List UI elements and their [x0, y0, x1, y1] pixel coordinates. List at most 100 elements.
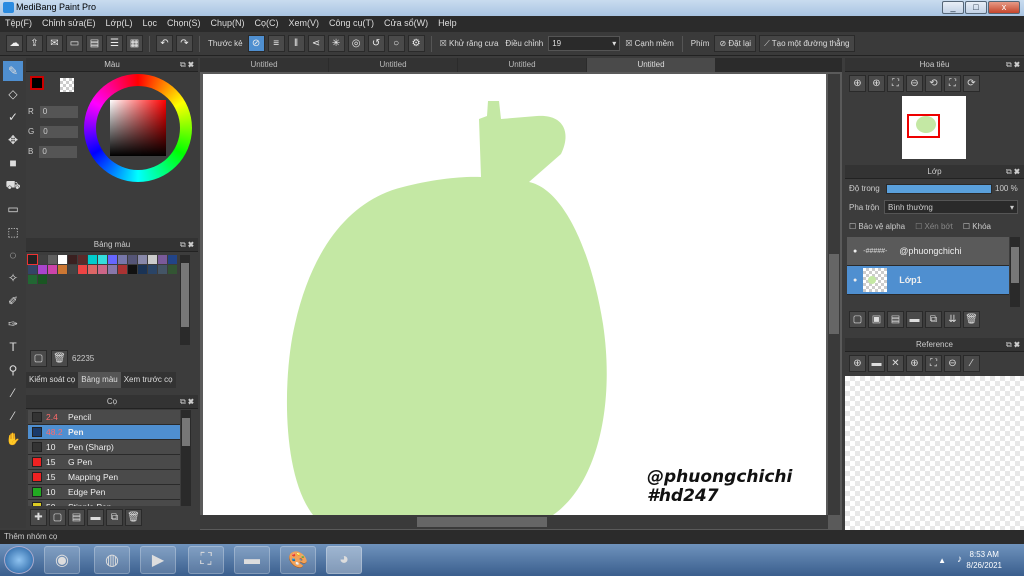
network-icon[interactable]: ⛶ [188, 546, 224, 574]
panel-close-icon[interactable]: ⧉ ✖ [1006, 165, 1020, 178]
soft-edge-checkbox[interactable]: ☒ Cạnh mềm [623, 39, 676, 48]
eye-icon[interactable]: ● [853, 248, 857, 255]
navigator-preview[interactable] [902, 96, 966, 159]
radial-ruler-icon[interactable]: ✳ [327, 35, 345, 52]
tab-brush-control[interactable]: Kiểm soát cọ [26, 372, 79, 388]
brush-item[interactable]: 15 Mapping Pen [28, 470, 180, 485]
menu-brush[interactable]: Cọ(C) [250, 16, 284, 32]
tab-untitled-2[interactable]: Untitled [329, 58, 457, 72]
redo-icon[interactable]: ↷ [176, 35, 193, 52]
parallel-ruler-icon[interactable]: ≡ [267, 35, 285, 52]
select-pen-tool-icon[interactable]: ✐ [3, 291, 23, 311]
tab-untitled-3[interactable]: Untitled [458, 58, 586, 72]
zoom-in-icon[interactable]: ⊕ [849, 75, 866, 92]
document-icon[interactable]: ▤ [86, 35, 103, 52]
palette-scrollbar[interactable] [180, 255, 190, 345]
palette-swatch[interactable] [148, 255, 157, 264]
layer-row[interactable]: ● -#####- @phuongchichi [847, 237, 1009, 266]
transparent-swatch[interactable] [60, 78, 74, 92]
palette-swatch[interactable] [48, 255, 57, 264]
list-icon[interactable]: ☰ [106, 35, 123, 52]
ruler-off-icon[interactable]: ⊘ [247, 35, 265, 52]
eye-icon[interactable]: ● [853, 277, 857, 284]
brush-export-icon[interactable]: ▤ [68, 509, 85, 526]
palette-swatch[interactable] [168, 255, 177, 264]
palette-swatch[interactable] [158, 255, 167, 264]
cloud-icon[interactable]: ☁ [6, 35, 23, 52]
select-tool-icon[interactable]: ⬚ [3, 222, 23, 242]
fill-tool-icon[interactable]: ⛟ [3, 176, 23, 196]
view-rectangle[interactable] [907, 114, 940, 138]
straight-line-button[interactable]: ⟋ Tạo một đường thẳng [759, 35, 855, 52]
zoom-in-icon[interactable]: ⊕ [906, 355, 923, 372]
folder-icon[interactable]: ▬ [87, 509, 104, 526]
brush-item[interactable]: 50Stipple Pen [28, 500, 180, 506]
palette-swatch[interactable] [68, 265, 77, 274]
brush-item[interactable]: 10 Pen (Sharp) [28, 440, 180, 455]
zoom-out-icon[interactable]: ⊖ [944, 355, 961, 372]
maximize-button[interactable]: □ [965, 1, 987, 14]
zoom-fit-icon[interactable]: ⊕ [868, 75, 885, 92]
export-icon[interactable]: ⇪ [26, 35, 43, 52]
grid-icon[interactable]: ▦ [126, 35, 143, 52]
duplicate-layer-icon[interactable]: ⧉ [925, 311, 942, 328]
palette-swatch[interactable] [88, 255, 97, 264]
folder-icon[interactable]: ▬ [906, 311, 923, 328]
palette-swatch[interactable] [138, 265, 147, 274]
saturation-square[interactable] [110, 100, 166, 156]
menu-window[interactable]: Cửa sổ(W) [379, 16, 433, 32]
palette-swatch[interactable] [78, 255, 87, 264]
eyedropper-icon[interactable]: ⁄ [963, 355, 980, 372]
palette-swatch[interactable] [168, 265, 177, 274]
eyedropper-tool-icon[interactable]: ⁄ [3, 406, 23, 426]
browser-icon[interactable]: ◉ [44, 546, 80, 574]
palette-swatch[interactable] [118, 265, 127, 274]
close-button[interactable]: x [988, 1, 1020, 14]
new-palette-icon[interactable]: ▢ [30, 350, 47, 367]
magic-wand-tool-icon[interactable]: ✧ [3, 268, 23, 288]
menu-view[interactable]: Xem(V) [284, 16, 325, 32]
opacity-slider[interactable] [886, 184, 992, 194]
settings-ruler-icon[interactable]: ⚙ [407, 35, 425, 52]
file-explorer-icon[interactable]: ▬ [234, 546, 270, 574]
palette-swatch[interactable] [148, 265, 157, 274]
minimize-button[interactable]: _ [942, 1, 964, 14]
text-tool-icon[interactable]: T [3, 337, 23, 357]
brush-item[interactable]: 10 Edge Pen [28, 485, 180, 500]
flip-icon[interactable]: ⛶ [944, 75, 961, 92]
tray-arrow-icon[interactable]: ▲ [938, 556, 946, 565]
eraser-tool-icon[interactable]: ◇ [3, 84, 23, 104]
palette-swatch[interactable] [28, 275, 37, 284]
fit-icon[interactable]: ⛶ [925, 355, 942, 372]
hue-wheel[interactable] [84, 74, 192, 182]
vertical-ruler-icon[interactable]: ‖ [287, 35, 305, 52]
move-tool-icon[interactable]: ✥ [3, 130, 23, 150]
palette-swatch[interactable] [98, 265, 107, 274]
brush-scrollbar[interactable] [181, 410, 191, 506]
open-folder-icon[interactable]: ▬ [868, 355, 885, 372]
palette-swatch[interactable] [158, 265, 167, 274]
curve-ruler-icon[interactable]: ↺ [367, 35, 385, 52]
correction-select[interactable]: 19 ▾ [548, 36, 621, 51]
trash-icon[interactable]: 🗑 [963, 311, 980, 328]
protect-alpha-checkbox[interactable]: ☐ Bảo vệ alpha [849, 222, 905, 231]
chat-icon[interactable]: ✉ [46, 35, 63, 52]
tab-untitled-4[interactable]: Untitled [587, 58, 715, 72]
panel-close-icon[interactable]: ⧉ ✖ [180, 58, 194, 71]
rotate-icon[interactable]: ⟲ [925, 75, 942, 92]
antialias-checkbox[interactable]: ☒ Khử răng cưa [438, 39, 501, 48]
new-halftone-layer-icon[interactable]: ▣ [868, 311, 885, 328]
new-1bit-layer-icon[interactable]: ▤ [887, 311, 904, 328]
globe-icon[interactable]: ⊕ [849, 355, 866, 372]
media-player-icon[interactable]: ▶ [140, 546, 176, 574]
brush-item[interactable]: 48.2 Pen [28, 425, 180, 440]
brush-dropdown-icon[interactable]: ▢ [49, 509, 66, 526]
tab-brush-preview[interactable]: Xem trước cọ [120, 372, 176, 388]
operation-tool-icon[interactable]: ⚲ [3, 360, 23, 380]
palette-swatch[interactable] [108, 265, 117, 274]
vertical-scrollbar[interactable] [828, 74, 840, 515]
tab-palette[interactable]: Bảng màu [78, 372, 121, 388]
menu-tools[interactable]: Công cụ(T) [324, 16, 379, 32]
palette-swatch[interactable] [58, 255, 67, 264]
menu-capture[interactable]: Chụp(N) [206, 16, 250, 32]
